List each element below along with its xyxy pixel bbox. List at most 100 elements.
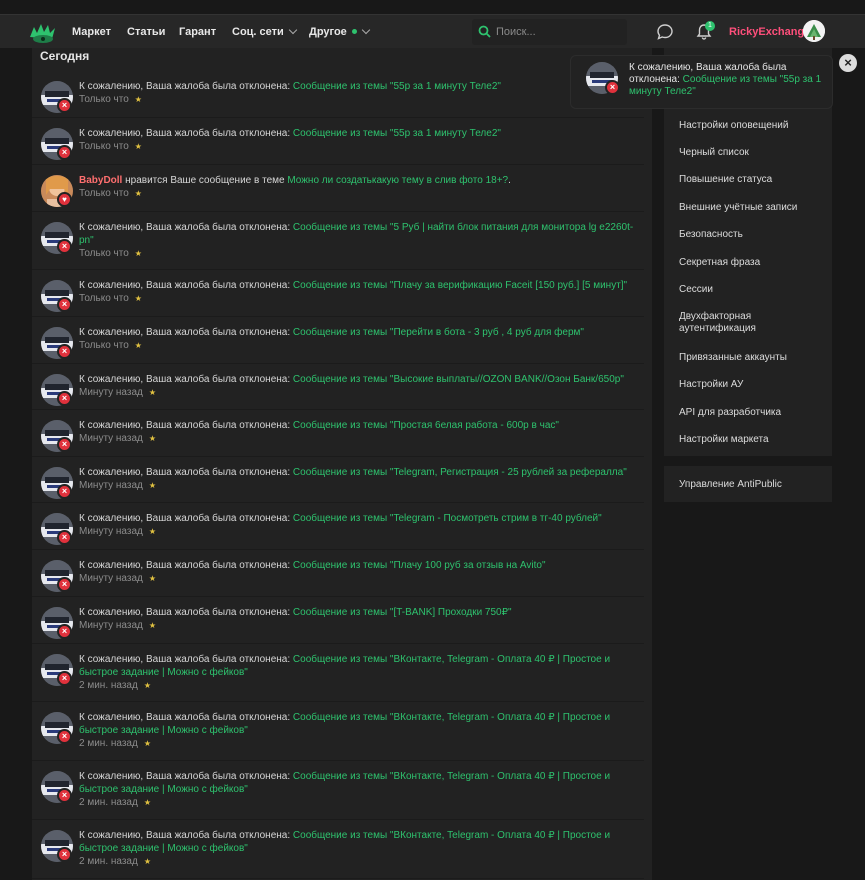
star-icon[interactable]: ★ xyxy=(149,434,156,443)
thread-link[interactable]: Сообщение из темы "55р за 1 минуту Теле2… xyxy=(293,81,501,92)
sidebar-item[interactable]: Безопасность xyxy=(679,229,829,241)
notification-item[interactable]: × К сожалению, Ваша жалоба была отклонена… xyxy=(32,503,644,550)
username-link[interactable]: RickyExchange xyxy=(729,26,810,38)
user-avatar[interactable] xyxy=(803,20,825,42)
notification-text: К сожалению, Ваша жалоба была отклонена:… xyxy=(79,373,639,386)
nav-market[interactable]: Маркет xyxy=(72,26,111,38)
search-box[interactable] xyxy=(472,19,627,45)
time-label: Только что xyxy=(79,188,129,199)
thread-link[interactable]: Сообщение из темы "55р за 1 минуту Теле2… xyxy=(293,128,501,139)
notification-item[interactable]: × К сожалению, Ваша жалоба была отклонена… xyxy=(32,550,644,597)
nav-other-label: Другое xyxy=(309,26,347,38)
star-icon[interactable]: ★ xyxy=(135,341,142,350)
notification-item[interactable]: × К сожалению, Ваша жалоба была отклонена… xyxy=(32,212,644,270)
time-label: 2 мин. назад xyxy=(79,738,138,749)
star-icon[interactable]: ★ xyxy=(135,294,142,303)
sidebar-item[interactable]: Повышение статуса xyxy=(679,174,829,186)
star-icon[interactable]: ★ xyxy=(144,857,151,866)
notification-item[interactable]: × К сожалению, Ваша жалоба была отклонена… xyxy=(32,644,644,702)
thread-link[interactable]: Можно ли создатькакую тему в слив фото 1… xyxy=(287,175,508,186)
thread-link[interactable]: Сообщение из темы "Высокие выплаты//OZON… xyxy=(293,374,624,385)
star-icon[interactable]: ★ xyxy=(135,249,142,258)
notification-item[interactable]: × К сожалению, Ваша жалоба была отклонена… xyxy=(32,820,644,879)
thread-link[interactable]: Сообщение из темы "Простая 6елая работа … xyxy=(293,420,559,431)
username-link[interactable]: BabyDoll xyxy=(79,175,122,186)
time-label: Только что xyxy=(79,293,129,304)
notification-item[interactable]: × К сожалению, Ваша жалоба была отклонена… xyxy=(32,364,644,410)
star-icon[interactable]: ★ xyxy=(149,621,156,630)
thread-link[interactable]: Сообщение из темы "Плачу 100 руб за отзы… xyxy=(293,560,546,571)
notification-message: нравится Ваше сообщение в теме xyxy=(122,175,288,186)
site-logo[interactable] xyxy=(28,21,58,45)
notification-time: Только что ★ xyxy=(79,293,142,304)
notification-item[interactable]: × К сожалению, Ваша жалоба была отклонена… xyxy=(32,457,644,503)
star-icon[interactable]: ★ xyxy=(135,142,142,151)
star-icon[interactable]: ★ xyxy=(135,95,142,104)
sidebar-item[interactable]: API для разработчика xyxy=(679,407,829,419)
nav-articles[interactable]: Статьи xyxy=(127,26,165,38)
sidebar-item[interactable]: Настройки маркета xyxy=(679,434,829,446)
time-label: Только что xyxy=(79,340,129,351)
notification-item[interactable]: × К сожалению, Ваша жалоба была отклонена… xyxy=(32,761,644,820)
sidebar-item[interactable]: Секретная фраза xyxy=(679,257,829,269)
sidebar-item[interactable]: Настройки АУ xyxy=(679,379,829,391)
reject-icon: × xyxy=(57,577,72,592)
notification-time: 2 мин. назад ★ xyxy=(79,738,151,749)
sidebar-item[interactable]: Внешние учётные записи xyxy=(679,202,829,214)
notification-text: К сожалению, Ваша жалоба была отклонена:… xyxy=(79,127,639,140)
star-icon[interactable]: ★ xyxy=(144,798,151,807)
notification-item[interactable]: × К сожалению, Ваша жалоба была отклонена… xyxy=(32,317,644,364)
notification-item[interactable]: × К сожалению, Ваша жалоба была отклонена… xyxy=(32,597,644,644)
nav-other[interactable]: Другое xyxy=(309,25,371,38)
notification-message: К сожалению, Ваша жалоба была отклонена: xyxy=(79,420,293,431)
settings-sidebar: Настройки оповещений Черный список Повышен… xyxy=(664,48,832,456)
thread-link[interactable]: Сообщение из темы "[T-BANK] Проходки 750… xyxy=(293,607,512,618)
time-label: Минуту назад xyxy=(79,480,143,491)
notification-item[interactable]: × К сожалению, Ваша жалоба была отклонена… xyxy=(32,410,644,457)
star-icon[interactable]: ★ xyxy=(149,388,156,397)
notification-time: Минуту назад ★ xyxy=(79,526,156,537)
notification-message: К сожалению, Ваша жалоба была отклонена: xyxy=(79,771,293,782)
top-strip xyxy=(0,0,865,14)
sidebar-item[interactable]: Черный список xyxy=(679,147,829,159)
notification-message: К сожалению, Ваша жалоба была отклонена: xyxy=(79,374,293,385)
close-icon[interactable]: × xyxy=(839,54,857,72)
thread-link[interactable]: Сообщение из темы "Telegram, Регистрация… xyxy=(293,467,627,478)
sidebar-item[interactable]: Привязанные аккаунты xyxy=(679,352,829,364)
notification-item[interactable]: × К сожалению, Ваша жалоба была отклонена… xyxy=(32,270,644,317)
notification-item[interactable]: × К сожалению, Ваша жалоба была отклонена… xyxy=(32,702,644,761)
thread-link[interactable]: Сообщение из темы "Плачу за верификацию … xyxy=(293,280,627,291)
notification-time: Минуту назад ★ xyxy=(79,387,156,398)
time-label: 2 мин. назад xyxy=(79,797,138,808)
sidebar-item[interactable]: Настройки оповещений xyxy=(679,120,829,132)
star-icon[interactable]: ★ xyxy=(149,574,156,583)
time-label: Минуту назад xyxy=(79,387,143,398)
time-label: Минуту назад xyxy=(79,620,143,631)
time-label: Минуту назад xyxy=(79,526,143,537)
star-icon[interactable]: ★ xyxy=(144,739,151,748)
notification-item[interactable]: × К сожалению, Ваша жалоба была отклонена… xyxy=(32,118,644,165)
sidebar-item-antipublic[interactable]: Управление AntiPublic xyxy=(679,479,829,491)
notification-text: BabyDoll нравится Ваше сообщение в теме … xyxy=(79,174,639,187)
sidebar-item[interactable]: Сессии xyxy=(679,284,829,296)
sidebar-item[interactable]: Двухфакторная аутентификация xyxy=(679,311,829,335)
notification-toast[interactable]: × К сожалению, Ваша жалоба была отклонен… xyxy=(570,55,833,109)
notification-item[interactable]: ♥ BabyDoll нравится Ваше сообщение в теме… xyxy=(32,165,644,212)
star-icon[interactable]: ★ xyxy=(149,481,156,490)
thread-link[interactable]: Сообщение из темы "Telegram - Посмотреть… xyxy=(293,513,602,524)
notification-message: К сожалению, Ваша жалоба была отклонена: xyxy=(79,327,293,338)
reject-icon: × xyxy=(57,239,72,254)
search-input[interactable] xyxy=(496,22,621,42)
star-icon[interactable]: ★ xyxy=(135,189,142,198)
conversations-icon[interactable] xyxy=(656,23,674,41)
nav-social[interactable]: Соц. сети xyxy=(232,25,298,38)
chevron-down-icon xyxy=(361,25,371,35)
nav-guarantor[interactable]: Гарант xyxy=(179,26,216,38)
notification-message: К сожалению, Ваша жалоба была отклонена: xyxy=(79,467,293,478)
notification-item[interactable]: × К сожалению, Ваша жалоба была отклонена… xyxy=(32,71,644,118)
star-icon[interactable]: ★ xyxy=(149,527,156,536)
thread-link[interactable]: Сообщение из темы "Перейти в бота - 3 ру… xyxy=(293,327,584,338)
star-icon[interactable]: ★ xyxy=(144,681,151,690)
time-label: Только что xyxy=(79,94,129,105)
notification-message: К сожалению, Ваша жалоба была отклонена: xyxy=(79,654,293,665)
